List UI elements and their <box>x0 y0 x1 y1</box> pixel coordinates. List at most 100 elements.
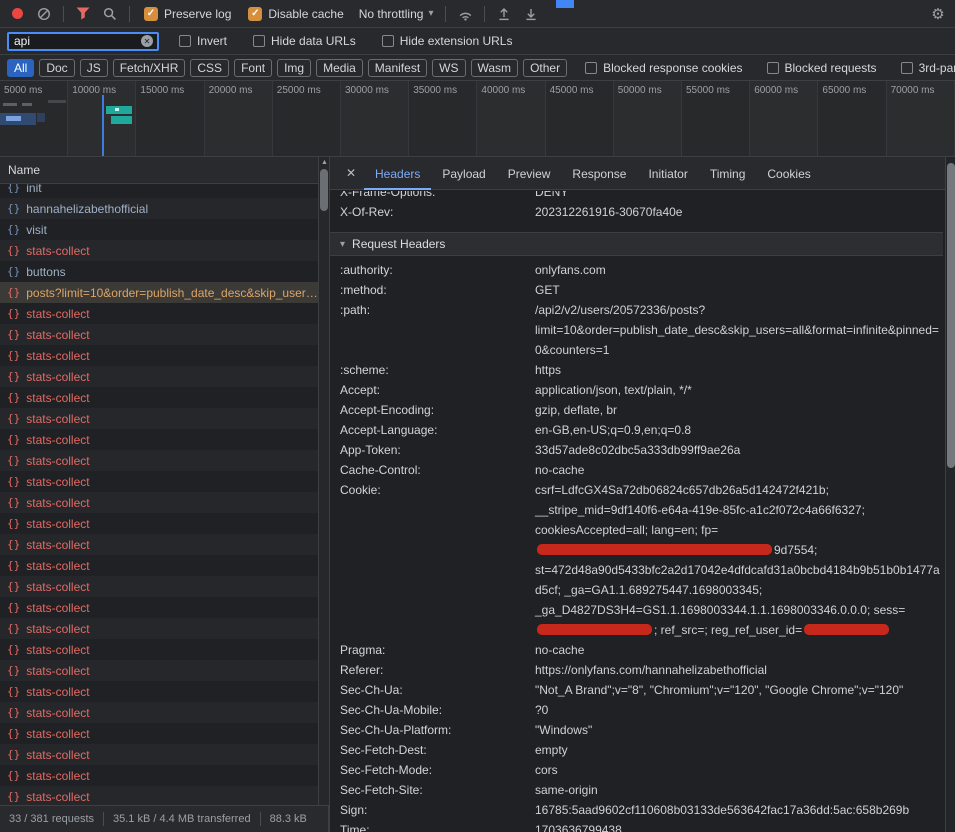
invert-checkbox[interactable]: Invert <box>179 34 227 48</box>
export-har-icon <box>524 7 538 21</box>
request-row[interactable]: {}stats-collect <box>0 492 318 513</box>
name-column-header[interactable]: Name <box>0 157 318 184</box>
header-value: no-cache <box>535 460 943 480</box>
settings-gear-icon[interactable]: ⚙ <box>927 3 949 25</box>
request-list-scrollbar[interactable]: ▲ <box>318 157 329 805</box>
network-conditions-button[interactable] <box>454 3 476 25</box>
record-button[interactable] <box>6 3 28 25</box>
request-row[interactable]: {}stats-collect <box>0 366 318 387</box>
request-row[interactable]: {}posts?limit=10&order=publish_date_desc… <box>0 282 318 303</box>
scroll-up-arrow-icon[interactable]: ▲ <box>321 159 328 166</box>
request-row[interactable]: {}stats-collect <box>0 534 318 555</box>
request-row[interactable]: {}hannahelizabethofficial <box>0 198 318 219</box>
tab-initiator[interactable]: Initiator <box>637 157 698 190</box>
request-row[interactable]: {}stats-collect <box>0 471 318 492</box>
clear-button[interactable] <box>33 3 55 25</box>
filter-chip-media[interactable]: Media <box>316 59 363 77</box>
filter-chip-img[interactable]: Img <box>277 59 311 77</box>
close-details-button[interactable]: ✕ <box>338 166 364 180</box>
filter-chip-manifest[interactable]: Manifest <box>368 59 427 77</box>
tab-preview[interactable]: Preview <box>497 157 562 190</box>
request-row[interactable]: {}stats-collect <box>0 744 318 765</box>
filter-input[interactable] <box>9 34 129 48</box>
header-name: Cache-Control: <box>340 460 535 480</box>
script-icon: {} <box>7 496 20 509</box>
request-row[interactable]: {}visit <box>0 219 318 240</box>
disclosure-triangle-icon: ▾ <box>340 239 345 250</box>
filter-chip-fetch-xhr[interactable]: Fetch/XHR <box>113 59 186 77</box>
throttling-select[interactable]: No throttling ▾ <box>359 7 434 21</box>
details-scrollbar[interactable] <box>945 157 955 832</box>
request-row[interactable]: {}stats-collect <box>0 324 318 345</box>
export-har-button[interactable] <box>520 3 542 25</box>
tab-cookies[interactable]: Cookies <box>756 157 821 190</box>
filter-input-box[interactable]: ✕ <box>7 32 159 51</box>
filter-chip-all[interactable]: All <box>7 59 34 77</box>
request-row[interactable]: {}stats-collect <box>0 513 318 534</box>
search-button[interactable] <box>99 3 121 25</box>
disable-cache-checkbox[interactable]: ✓ Disable cache <box>248 7 343 21</box>
check-icon: ✓ <box>251 9 259 19</box>
filter-chip-doc[interactable]: Doc <box>39 59 74 77</box>
request-row[interactable]: {}stats-collect <box>0 387 318 408</box>
waterfall-bar <box>106 106 132 114</box>
request-row[interactable]: {}stats-collect <box>0 429 318 450</box>
header-name: Sec-Ch-Ua: <box>340 680 535 700</box>
tab-payload[interactable]: Payload <box>431 157 496 190</box>
request-row[interactable]: {}stats-collect <box>0 576 318 597</box>
blocked-response-cookies-checkbox[interactable]: Blocked response cookies <box>585 61 742 75</box>
filter-button[interactable] <box>72 3 94 25</box>
header-name: Sec-Ch-Ua-Mobile: <box>340 700 535 720</box>
request-row[interactable]: {}stats-collect <box>0 450 318 471</box>
filter-chip-other[interactable]: Other <box>523 59 567 77</box>
request-row[interactable]: {}stats-collect <box>0 240 318 261</box>
request-row[interactable]: {}stats-collect <box>0 555 318 576</box>
hide-extension-urls-checkbox[interactable]: Hide extension URLs <box>382 34 513 48</box>
request-row[interactable]: {}stats-collect <box>0 345 318 366</box>
filter-chip-js[interactable]: JS <box>80 59 108 77</box>
tab-timing[interactable]: Timing <box>699 157 757 190</box>
request-row[interactable]: {}stats-collect <box>0 702 318 723</box>
waterfall-overview[interactable]: 5000 ms10000 ms15000 ms20000 ms25000 ms3… <box>0 81 955 157</box>
filter-chip-font[interactable]: Font <box>234 59 272 77</box>
filter-chip-wasm[interactable]: Wasm <box>471 59 519 77</box>
third-party-requests-checkbox[interactable]: 3rd-party requests <box>901 61 955 75</box>
request-row[interactable]: {}stats-collect <box>0 786 318 805</box>
header-row: Time:1703636799438 <box>340 820 943 832</box>
preserve-log-label: Preserve log <box>164 7 231 21</box>
overview-tick-label: 20000 ms <box>209 85 253 96</box>
script-icon: {} <box>7 223 20 236</box>
preserve-log-checkbox[interactable]: ✓ Preserve log <box>144 7 231 21</box>
request-headers-section-header[interactable]: ▾ Request Headers <box>330 232 943 256</box>
request-row[interactable]: {}stats-collect <box>0 303 318 324</box>
section-title: Request Headers <box>352 237 445 251</box>
header-name: Sec-Fetch-Dest: <box>340 740 535 760</box>
overview-column: 35000 ms <box>409 81 477 156</box>
request-row[interactable]: {}stats-collect <box>0 765 318 786</box>
overview-column: 45000 ms <box>546 81 614 156</box>
scrollbar-thumb[interactable] <box>320 169 328 211</box>
request-row[interactable]: {}stats-collect <box>0 723 318 744</box>
request-row[interactable]: {}stats-collect <box>0 681 318 702</box>
filter-chip-ws[interactable]: WS <box>432 59 465 77</box>
request-row[interactable]: {}stats-collect <box>0 618 318 639</box>
hide-data-urls-checkbox[interactable]: Hide data URLs <box>253 34 356 48</box>
request-name: stats-collect <box>26 391 89 405</box>
tab-response[interactable]: Response <box>561 157 637 190</box>
import-har-button[interactable] <box>493 3 515 25</box>
filter-chip-css[interactable]: CSS <box>190 59 229 77</box>
overview-column: 50000 ms <box>614 81 682 156</box>
request-row[interactable]: {}stats-collect <box>0 597 318 618</box>
header-row: App-Token:33d57ade8c02dbc5a333db99ff9ae2… <box>340 440 943 460</box>
header-row: Sec-Ch-Ua-Platform:"Windows" <box>340 720 943 740</box>
request-row[interactable]: {}stats-collect <box>0 408 318 429</box>
request-row[interactable]: {}stats-collect <box>0 660 318 681</box>
blocked-requests-checkbox[interactable]: Blocked requests <box>767 61 877 75</box>
header-name: Sign: <box>340 800 535 820</box>
tab-headers[interactable]: Headers <box>364 157 431 190</box>
clear-filter-icon[interactable]: ✕ <box>141 35 153 47</box>
overview-column: 20000 ms <box>205 81 273 156</box>
request-row[interactable]: {}stats-collect <box>0 639 318 660</box>
scrollbar-thumb[interactable] <box>947 163 955 468</box>
request-row[interactable]: {}buttons <box>0 261 318 282</box>
